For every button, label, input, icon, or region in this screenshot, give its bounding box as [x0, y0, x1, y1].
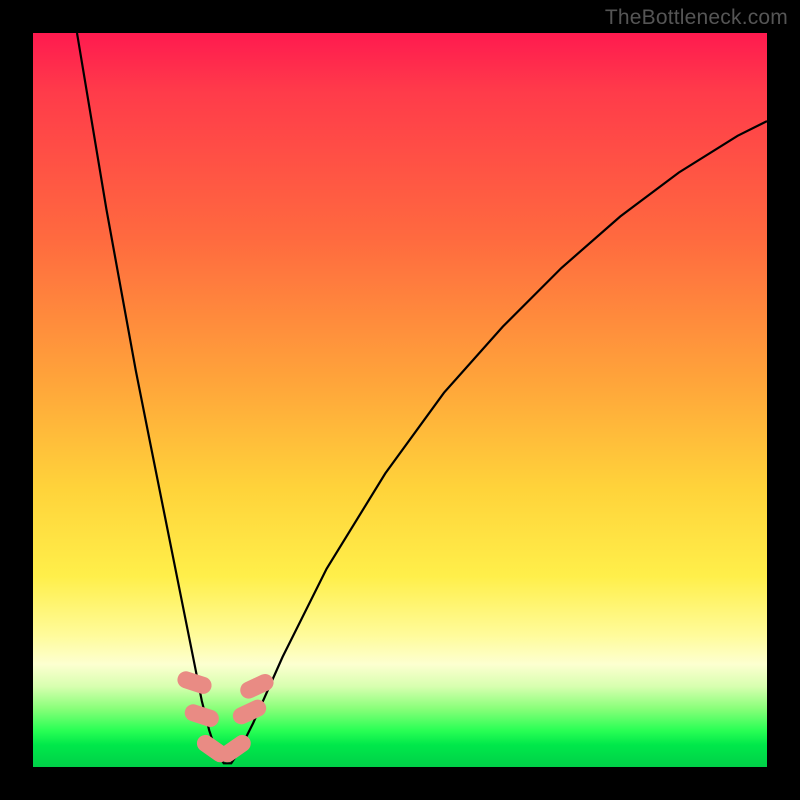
curve-marker [183, 703, 220, 729]
curve-markers [176, 670, 276, 765]
bottleneck-curve [77, 33, 767, 763]
curve-marker [176, 670, 213, 696]
chart-frame: TheBottleneck.com [0, 0, 800, 800]
watermark-text: TheBottleneck.com [605, 6, 788, 30]
curve-marker [238, 672, 276, 701]
curve-marker [216, 732, 253, 765]
chart-svg [33, 33, 767, 767]
curve-marker [231, 698, 269, 727]
